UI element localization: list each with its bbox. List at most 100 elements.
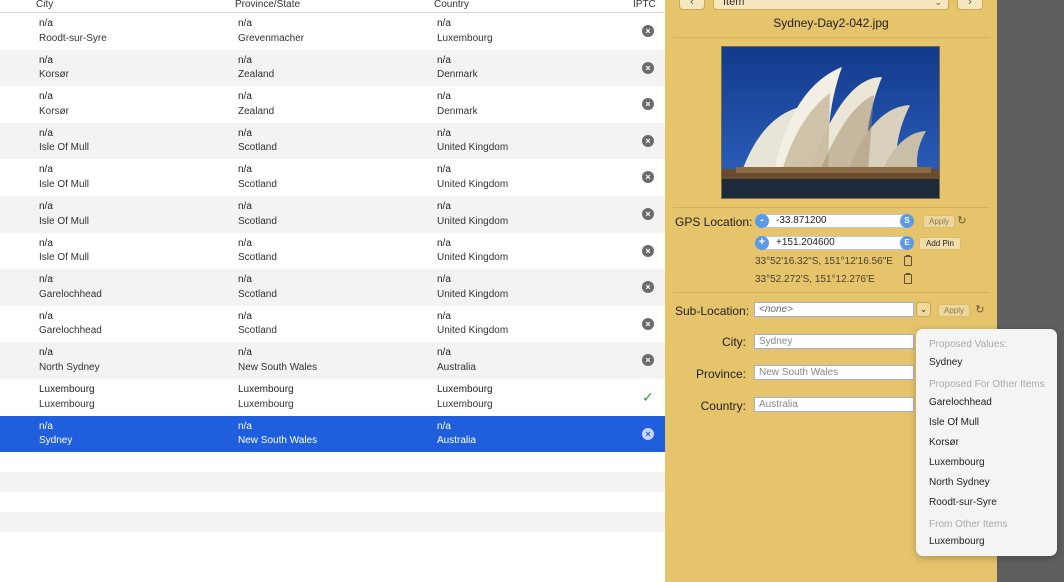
table-row[interactable]: n/a Garelochhead n/a Scotland n/a United King… bbox=[0, 269, 665, 306]
sub-location-dropdown-button[interactable]: ⌄ bbox=[916, 302, 931, 317]
latitude-hemisphere-button[interactable]: S bbox=[900, 214, 914, 228]
proposed-value: Zealand bbox=[238, 69, 275, 81]
country-field[interactable]: Australia bbox=[754, 397, 914, 412]
popup-section-header: Proposed Values: bbox=[929, 339, 1008, 350]
country-cell: n/a Australia bbox=[437, 346, 476, 375]
sub-location-apply-button[interactable]: Apply bbox=[938, 304, 970, 317]
table-row[interactable]: n/a North Sydney n/a New South Wales n/a Aust… bbox=[0, 342, 665, 379]
province-cell: n/a Scotland bbox=[238, 200, 277, 229]
current-value: n/a bbox=[39, 91, 53, 103]
current-value: n/a bbox=[39, 54, 53, 66]
x-circle-icon[interactable]: × bbox=[642, 281, 654, 294]
longitude-hemisphere-label: E bbox=[904, 238, 910, 247]
popup-item[interactable]: North Sydney bbox=[929, 477, 990, 488]
popup-item[interactable]: Roodt-sur-Syre bbox=[929, 497, 997, 508]
country-cell: n/a United Kingdom bbox=[437, 200, 508, 229]
current-value: Luxembourg bbox=[437, 384, 493, 395]
country-cell: n/a Luxembourg bbox=[437, 17, 493, 46]
table-row[interactable]: n/a Korsør n/a Zealand n/a Denmark × bbox=[0, 49, 665, 87]
previous-item-button[interactable]: ‹ bbox=[679, 0, 705, 10]
table-row[interactable]: n/a Isle Of Mull n/a Scotland n/a United King… bbox=[0, 196, 665, 233]
longitude-field[interactable]: +151.204600 bbox=[755, 236, 912, 250]
current-value: n/a bbox=[238, 164, 252, 176]
popup-item[interactable]: Garelochhead bbox=[929, 397, 992, 408]
x-circle-icon[interactable]: × bbox=[642, 25, 654, 37]
city-cell: n/a Korsør bbox=[39, 90, 69, 119]
country-cell: n/a United Kingdom bbox=[437, 273, 508, 302]
current-value: n/a bbox=[238, 237, 252, 249]
sub-location-field[interactable]: <none> bbox=[754, 302, 914, 317]
current-value: n/a bbox=[39, 18, 53, 29]
current-value: n/a bbox=[238, 127, 252, 139]
proposed-value: Scotland bbox=[238, 288, 277, 300]
popup-item[interactable]: Luxembourg bbox=[929, 457, 985, 468]
current-value: n/a bbox=[238, 54, 252, 66]
x-circle-icon[interactable]: × bbox=[642, 134, 654, 147]
copy-decimal-clipboard-icon[interactable] bbox=[904, 273, 912, 284]
popup-item-luxembourg-other[interactable]: Luxembourg bbox=[929, 536, 985, 547]
table-row[interactable]: Luxembourg Luxembourg Luxembourg Luxembourg… bbox=[0, 379, 665, 416]
x-circle-icon[interactable]: × bbox=[642, 208, 654, 220]
popup-item[interactable]: Korsør bbox=[929, 437, 959, 448]
latitude-sign-button[interactable]: - bbox=[755, 214, 769, 228]
longitude-hemisphere-button[interactable]: E bbox=[900, 236, 914, 250]
city-cell: n/a Isle Of Mull bbox=[39, 200, 89, 229]
latitude-field[interactable]: -33.871200 bbox=[755, 214, 912, 228]
proposed-value: Zealand bbox=[238, 105, 275, 117]
current-value: n/a bbox=[39, 310, 53, 322]
current-value: n/a bbox=[437, 54, 451, 66]
chevron-down-icon: ⌄ bbox=[919, 304, 928, 314]
current-value: n/a bbox=[39, 347, 53, 359]
popup-item-sydney[interactable]: Sydney bbox=[929, 357, 962, 368]
longitude-value: +151.204600 bbox=[776, 237, 835, 248]
x-circle-icon[interactable]: × bbox=[642, 61, 654, 74]
popup-section-header: Proposed For Other Items bbox=[929, 379, 1045, 390]
item-popup[interactable]: Item ⌄ bbox=[713, 0, 949, 10]
proposed-value: New South Wales bbox=[238, 435, 318, 447]
column-header-city[interactable]: City bbox=[36, 0, 53, 10]
province-cell: n/a Scotland bbox=[238, 127, 277, 156]
table-row[interactable]: n/a Isle Of Mull n/a Scotland n/a United King… bbox=[0, 122, 665, 160]
province-cell: n/a Zealand bbox=[238, 54, 274, 83]
city-cell: n/a Korsør bbox=[39, 54, 69, 83]
x-circle-icon[interactable]: × bbox=[642, 354, 654, 367]
x-circle-icon[interactable]: × bbox=[642, 98, 654, 111]
gps-refresh-icon[interactable]: ↻ bbox=[956, 215, 968, 227]
sub-location-refresh-icon[interactable]: ↻ bbox=[974, 304, 986, 316]
column-header-province[interactable]: Province/State bbox=[235, 0, 300, 10]
column-header-iptc[interactable]: IPTC bbox=[633, 0, 656, 10]
proposed-value: Roodt-sur-Syre bbox=[39, 32, 107, 44]
copy-dms-clipboard-icon[interactable] bbox=[904, 255, 912, 266]
popup-item[interactable]: Isle Of Mull bbox=[929, 417, 979, 428]
city-label: City: bbox=[722, 335, 746, 349]
province-field[interactable]: New South Wales bbox=[754, 365, 914, 380]
current-value: n/a bbox=[437, 164, 451, 176]
gps-apply-button[interactable]: Apply bbox=[923, 215, 955, 228]
x-circle-icon[interactable]: × bbox=[642, 171, 654, 184]
country-cell: n/a United Kingdom bbox=[437, 127, 508, 156]
current-value: n/a bbox=[437, 18, 451, 29]
table-row[interactable]: n/a Korsør n/a Zealand n/a Denmark × bbox=[0, 86, 665, 123]
current-value: n/a bbox=[39, 274, 53, 286]
table-row[interactable]: n/a Sydney n/a New South Wales n/a Australia × bbox=[0, 415, 665, 453]
chevron-right-icon: › bbox=[968, 0, 972, 8]
longitude-sign-button[interactable]: + bbox=[755, 236, 769, 250]
column-header-country[interactable]: Country bbox=[434, 0, 469, 10]
city-cell: n/a Isle Of Mull bbox=[39, 163, 89, 192]
add-pin-button[interactable]: Add Pin bbox=[919, 237, 961, 250]
x-circle-icon[interactable]: × bbox=[642, 244, 654, 257]
file-name: Sydney-Day2-042.jpg bbox=[773, 16, 889, 30]
table-row[interactable]: n/a Garelochhead n/a Scotland n/a United King… bbox=[0, 306, 665, 343]
country-cell: n/a United Kingdom bbox=[437, 163, 508, 192]
city-field[interactable]: Sydney bbox=[754, 334, 914, 349]
table-row[interactable]: n/a Roodt-sur-Syre n/a Grevenmacher n/a Luxem… bbox=[0, 13, 665, 50]
table-row[interactable]: n/a Isle Of Mull n/a Scotland n/a United King… bbox=[0, 233, 665, 270]
x-circle-icon[interactable]: × bbox=[642, 317, 654, 330]
proposed-value: Scotland bbox=[238, 142, 277, 154]
x-circle-icon[interactable]: × bbox=[642, 427, 654, 440]
chevron-down-icon: ⌄ bbox=[934, 0, 942, 7]
next-item-button[interactable]: › bbox=[957, 0, 983, 10]
province-cell: n/a Scotland bbox=[238, 273, 277, 302]
country-cell: n/a Denmark bbox=[437, 54, 478, 83]
table-row[interactable]: n/a Isle Of Mull n/a Scotland n/a United King… bbox=[0, 159, 665, 196]
